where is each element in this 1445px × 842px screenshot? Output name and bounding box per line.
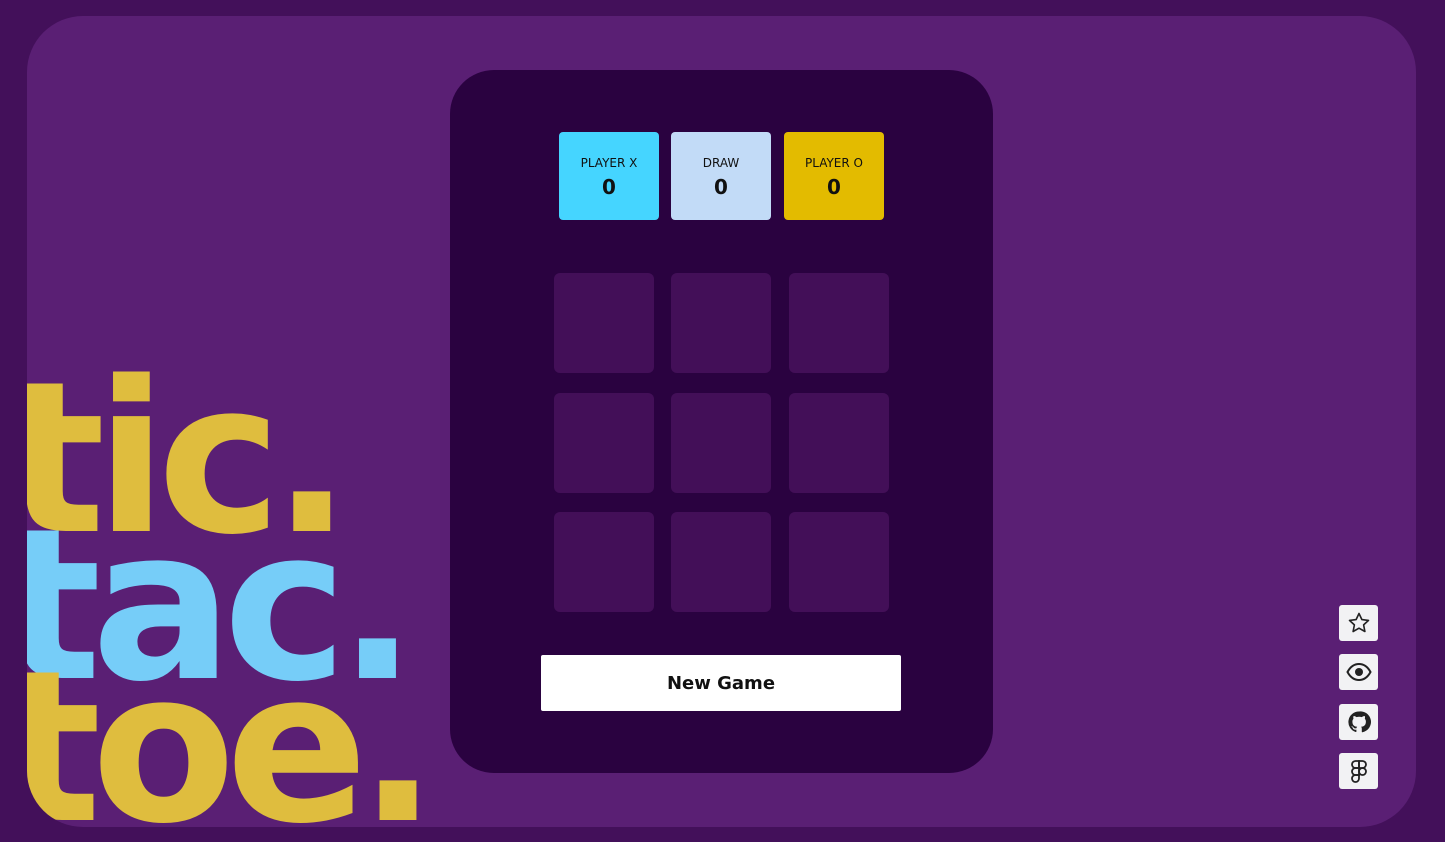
game-board <box>554 273 890 612</box>
board-cell-5[interactable] <box>671 393 771 493</box>
score-value: 0 <box>714 175 728 199</box>
board-cell-6[interactable] <box>789 393 889 493</box>
board-cell-2[interactable] <box>671 273 771 373</box>
score-label: PLAYER X <box>580 156 638 170</box>
github-icon <box>1347 711 1371 733</box>
board-cell-3[interactable] <box>789 273 889 373</box>
score-player-o: PLAYER O 0 <box>784 132 884 220</box>
score-label: PLAYER O <box>805 156 863 170</box>
figma-icon <box>1350 760 1367 783</box>
game-panel: PLAYER X 0 DRAW 0 PLAYER O 0 New Game <box>450 70 993 773</box>
score-draw: DRAW 0 <box>671 132 771 220</box>
figma-button[interactable] <box>1339 753 1378 789</box>
logo: tic. tac. toe. <box>27 336 438 827</box>
github-button[interactable] <box>1339 704 1378 740</box>
new-game-button[interactable]: New Game <box>541 655 901 711</box>
star-icon <box>1348 612 1369 633</box>
board-cell-8[interactable] <box>671 512 771 612</box>
score-value: 0 <box>827 175 841 199</box>
eye-icon <box>1345 662 1372 682</box>
board-cell-7[interactable] <box>554 512 654 612</box>
board-cell-4[interactable] <box>554 393 654 493</box>
score-player-x: PLAYER X 0 <box>559 132 659 220</box>
board-cell-1[interactable] <box>554 273 654 373</box>
score-value: 0 <box>602 175 616 199</box>
board-cell-9[interactable] <box>789 512 889 612</box>
app-frame: tic. tac. toe. PLAYER X 0 DRAW 0 PLAYER … <box>27 16 1416 827</box>
score-label: DRAW <box>702 156 740 170</box>
logo-line-toe: toe. <box>27 625 428 827</box>
preview-button[interactable] <box>1339 654 1378 690</box>
star-button[interactable] <box>1339 605 1378 641</box>
